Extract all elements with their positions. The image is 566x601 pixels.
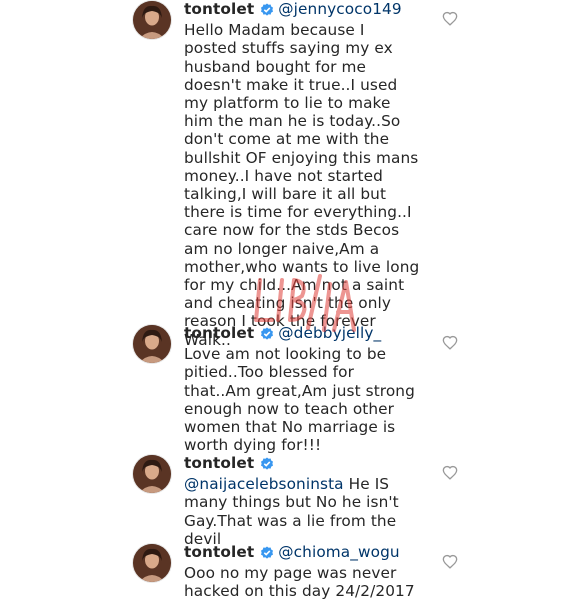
avatar[interactable]: [133, 455, 171, 493]
verified-badge-icon: [260, 327, 274, 345]
comment-mention[interactable]: @debbyjelly_: [278, 324, 381, 342]
verified-badge-icon: [260, 457, 274, 475]
comment-username[interactable]: tontolet: [184, 0, 254, 18]
comment-mention[interactable]: @chioma_wogu: [278, 543, 399, 561]
heart-outline-icon[interactable]: [442, 554, 458, 569]
avatar[interactable]: [133, 544, 171, 582]
verified-badge-icon: [260, 546, 274, 564]
comment-body: Ooo no my page was never hacked on this …: [184, 564, 415, 601]
comment-text: tontolet @debbyjelly_ Love am not looking…: [184, 324, 422, 454]
comment-mention[interactable]: @naijacelebsoninsta: [184, 475, 344, 493]
comment-mention[interactable]: @jennycoco149: [278, 0, 401, 18]
avatar[interactable]: [133, 1, 171, 39]
heart-outline-icon[interactable]: [442, 335, 458, 350]
verified-badge-icon: [260, 3, 274, 21]
comment-body: Love am not looking to be pitied..Too bl…: [184, 345, 415, 455]
heart-outline-icon[interactable]: [442, 11, 458, 26]
comment-username[interactable]: tontolet: [184, 543, 254, 561]
comment-username[interactable]: tontolet: [184, 454, 254, 472]
heart-outline-icon[interactable]: [442, 465, 458, 480]
comment-text: tontolet @chioma_wogu Ooo no my page was …: [184, 543, 422, 601]
comment-username[interactable]: tontolet: [184, 324, 254, 342]
comment-text: tontolet @jennycoco149 Hello Madam becaus…: [184, 0, 422, 349]
comment-text: tontolet @naijacelebsoninsta He IS many t…: [184, 454, 422, 548]
avatar[interactable]: [133, 325, 171, 363]
comment-body: Hello Madam because I posted stuffs sayi…: [184, 21, 420, 349]
